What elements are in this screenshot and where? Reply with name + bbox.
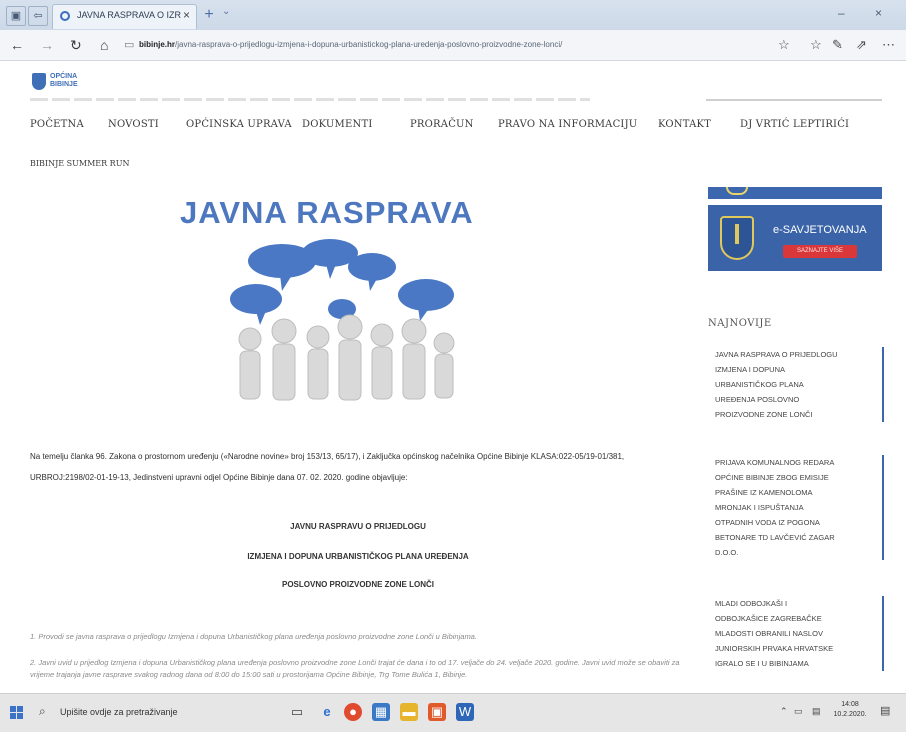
menu-item-opcinska-uprava[interactable]: OPĆINSKA UPRAVA bbox=[186, 119, 292, 130]
more-icon[interactable]: ⋯ bbox=[882, 37, 895, 53]
language-icon[interactable]: ▤ bbox=[812, 706, 821, 717]
close-window-button[interactable]: × bbox=[875, 6, 882, 20]
browser-tab[interactable]: JAVNA RASPRAVA O IZR × bbox=[52, 4, 197, 29]
word-icon[interactable]: W bbox=[456, 703, 474, 721]
back-button[interactable]: ← bbox=[10, 37, 24, 53]
screen: ▣ ⇦ JAVNA RASPRAVA O IZR × + ⌄ – × ← → ↻… bbox=[0, 0, 906, 732]
declaration-line-2: IZMJENA I DOPUNA URBANISTIČKOG PLANA URE… bbox=[247, 552, 469, 561]
notes-icon[interactable]: ✎ bbox=[832, 37, 843, 53]
logo-text-line-2: BIBINJE bbox=[50, 81, 78, 88]
file-explorer-icon[interactable]: ▬ bbox=[400, 703, 418, 721]
share-icon[interactable]: ⇗ bbox=[856, 37, 867, 53]
taskbar-search-box[interactable]: ⌕ Upišite ovdje za pretraživanje bbox=[36, 702, 266, 724]
latest-news-item-3[interactable]: MLADI ODBOJKAŠI I ODBOJKAŠICE ZAGREBAČKE… bbox=[708, 596, 884, 671]
declaration-line-3: POSLOVNO PROIZVODNE ZONE LONČI bbox=[281, 580, 434, 589]
menu-item-proracun[interactable]: PRORAČUN bbox=[410, 119, 474, 130]
coat-of-arms-icon bbox=[720, 216, 754, 260]
windows-start-icon[interactable] bbox=[10, 706, 24, 720]
latest-news-item-2[interactable]: PRIJAVA KOMUNALNOG REDARA OPĆINE BIBINJE… bbox=[708, 455, 884, 560]
header-divider-right bbox=[706, 99, 882, 101]
coat-of-arms-icon bbox=[32, 73, 46, 90]
main-menu: POČETNA NOVOSTI OPĆINSKA UPRAVA DOKUMENT… bbox=[30, 119, 890, 139]
declaration-line-1: JAVNU RASPRAVU O PRIJEDLOGU bbox=[290, 522, 426, 531]
esavjetovanja-button[interactable]: SAZNAJTE VIŠE bbox=[783, 245, 857, 258]
notifications-icon[interactable]: ▤ bbox=[880, 704, 890, 717]
latest-news-item-1[interactable]: JAVNA RASPRAVA O PRIJEDLOGU IZMJENA I DO… bbox=[708, 347, 884, 422]
tab-actions-icon[interactable]: ▣ bbox=[6, 6, 26, 26]
url-field[interactable]: bibinje.hr/javna-rasprava-o-prijedlogu-i… bbox=[139, 36, 749, 54]
chrome-browser-icon[interactable]: ● bbox=[344, 703, 362, 721]
list-item: 2. Javni uvid u prijedlog Izmjena i dopu… bbox=[30, 658, 680, 679]
new-tab-button[interactable]: + bbox=[200, 6, 218, 24]
tab-title: JAVNA RASPRAVA O IZR bbox=[77, 10, 182, 20]
logo-text-line-1: OPĆINA bbox=[50, 73, 78, 80]
latest-title: NAJNOVIJE bbox=[708, 318, 772, 329]
discussion-illustration bbox=[230, 239, 455, 401]
tray-chevron-icon[interactable]: ⌃ bbox=[780, 706, 788, 717]
site-favicon-icon bbox=[60, 11, 70, 21]
esavjetovanja-title: e-SAVJETOVANJA bbox=[773, 224, 867, 236]
network-icon[interactable]: ▭ bbox=[794, 706, 803, 717]
reading-view-icon[interactable]: ☆ bbox=[778, 37, 790, 53]
clock-time: 14:08 bbox=[841, 701, 859, 708]
office-icon[interactable]: ▣ bbox=[428, 703, 446, 721]
forward-button[interactable]: → bbox=[40, 37, 54, 53]
url-domain: bibinje.hr bbox=[139, 40, 175, 49]
edge-browser-icon[interactable]: e bbox=[318, 703, 336, 721]
minimize-button[interactable]: – bbox=[838, 6, 845, 20]
taskbar-clock[interactable]: 14:08 10.2.2020. bbox=[832, 700, 868, 720]
breadcrumb[interactable]: BIBINJE SUMMER RUN bbox=[30, 159, 129, 168]
menu-item-pravo-na-informaciju[interactable]: PRAVO NA INFORMACIJU bbox=[498, 119, 637, 130]
address-bar-row: ← → ↻ ⌂ ▭ bibinje.hr/javna-rasprava-o-pr… bbox=[0, 30, 906, 61]
esavjetovanja-banner[interactable]: e-SAVJETOVANJA SAZNAJTE VIŠE bbox=[708, 205, 882, 271]
browser-tab-bar: ▣ ⇦ JAVNA RASPRAVA O IZR × + ⌄ – × bbox=[0, 0, 906, 30]
sidebar-banner-strip[interactable] bbox=[708, 187, 882, 199]
url-path: /javna-rasprava-o-prijedlogu-izmjena-i-d… bbox=[175, 40, 563, 49]
clock-date: 10.2.2020. bbox=[833, 711, 867, 718]
taskbar-search-placeholder: Upišite ovdje za pretraživanje bbox=[60, 707, 178, 717]
page-info-icon[interactable]: ▭ bbox=[124, 38, 134, 51]
close-tab-icon[interactable]: × bbox=[183, 8, 190, 22]
site-logo[interactable]: OPĆINA BIBINJE bbox=[32, 71, 94, 93]
task-view-icon[interactable]: ▭ bbox=[288, 703, 306, 721]
list-item: 1. Provodi se javna rasprava o prijedlog… bbox=[30, 632, 477, 641]
article-headline: JAVNA RASPRAVA bbox=[180, 195, 474, 230]
favorites-icon[interactable]: ☆ bbox=[810, 37, 822, 53]
refresh-button[interactable]: ↻ bbox=[70, 37, 82, 54]
menu-item-pocetna[interactable]: POČETNA bbox=[30, 119, 84, 130]
header-divider bbox=[30, 98, 590, 101]
menu-item-novosti[interactable]: NOVOSTI bbox=[108, 119, 159, 130]
menu-item-kontakt[interactable]: KONTAKT bbox=[658, 119, 711, 130]
taskbar: ⌕ Upišite ovdje za pretraživanje ▭ e ● ▦… bbox=[0, 693, 906, 732]
menu-item-dj-vrtic[interactable]: DJ VRTIĆ LEPTIRIĆI bbox=[740, 119, 849, 130]
search-icon: ⌕ bbox=[39, 704, 46, 718]
back-tabs-icon[interactable]: ⇦ bbox=[28, 6, 48, 26]
article-paragraph: Na temelju članka 96. Zakona o prostorno… bbox=[30, 452, 625, 482]
store-icon[interactable]: ▦ bbox=[372, 703, 390, 721]
menu-item-dokumenti[interactable]: DOKUMENTI bbox=[302, 119, 372, 130]
web-page: OPĆINA BIBINJE POČETNA NOVOSTI OPĆINSKA … bbox=[0, 61, 906, 693]
home-button[interactable]: ⌂ bbox=[100, 37, 108, 53]
tab-list-chevron-icon[interactable]: ⌄ bbox=[222, 6, 230, 17]
